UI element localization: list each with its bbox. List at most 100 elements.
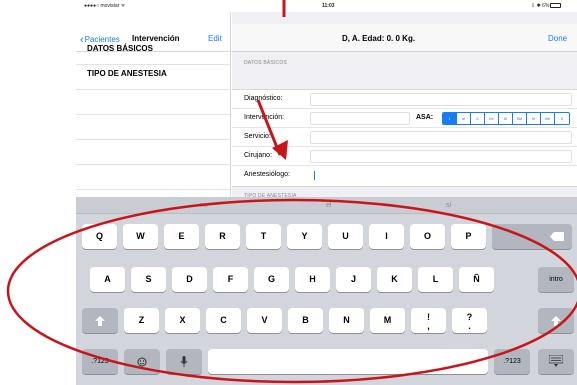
list-item-tipo-anestesia[interactable]: TIPO DE ANESTESIA [76, 65, 231, 90]
asa-option[interactable]: IVe [541, 113, 555, 124]
key-question-period[interactable]: ?. [452, 308, 487, 333]
anestesiologo-field[interactable] [310, 169, 572, 182]
key-u[interactable]: U [328, 224, 363, 249]
asa-option[interactable]: I [443, 113, 457, 124]
form-row-diagnostico: Diagnóstico: [232, 90, 577, 109]
key-n[interactable]: N [329, 308, 364, 333]
key-period: . [468, 321, 471, 331]
form-row-anestesiologo: Anestesiólogo: [232, 166, 577, 185]
microphone-icon [180, 356, 188, 367]
battery-icon [550, 3, 562, 9]
key-f[interactable]: F [213, 267, 248, 292]
key-comma: , [427, 321, 430, 331]
prediction-2[interactable]: el [326, 202, 331, 209]
clock: 11:03 [322, 3, 335, 9]
keyboard-hide-icon [549, 355, 563, 367]
key-q[interactable]: Q [82, 224, 117, 249]
servicio-field[interactable] [310, 131, 572, 144]
status-bar: ●●●●○ movistar ᯤ 11:03 ⇩ ✱ 6% [0, 0, 577, 12]
key-j[interactable]: J [336, 267, 371, 292]
key-question: ? [466, 312, 473, 322]
shift-icon [551, 316, 561, 326]
diagnostico-label: Diagnóstico: [244, 95, 283, 102]
key-z[interactable]: Z [124, 308, 159, 333]
key-exclamation: ! [427, 312, 430, 322]
key-b[interactable]: B [288, 308, 323, 333]
battery-indicator: ⇩ ✱ 6% [531, 3, 562, 9]
intervencion-label: Intervención: [244, 114, 285, 121]
key-ñ[interactable]: Ñ [459, 267, 494, 292]
return-key[interactable]: intro [538, 267, 574, 292]
key-x[interactable]: X [165, 308, 200, 333]
key-d[interactable]: D [172, 267, 207, 292]
asa-option[interactable]: IV [527, 113, 541, 124]
asa-option[interactable]: IIIe [513, 113, 527, 124]
shift-key[interactable] [82, 308, 118, 333]
key-g[interactable]: G [254, 267, 289, 292]
detail-nav-bar: D, A. Edad: 0. 0 Kg. Done [232, 24, 577, 52]
anestesiologo-label: Anestesiólogo: [244, 171, 290, 178]
key-s[interactable]: S [131, 267, 166, 292]
prediction-1[interactable]: no [200, 202, 208, 209]
asa-option[interactable]: II [471, 113, 485, 124]
list-item-empty [76, 90, 231, 115]
list-item-datos-basicos[interactable]: DATOS BÁSICOS [76, 40, 231, 65]
key-w[interactable]: W [123, 224, 158, 249]
cirujano-label: Cirujano: [244, 152, 273, 159]
asa-option[interactable]: IIe [485, 113, 499, 124]
master-pane: ‹Pacientes Intervención Edit DATOS BÁSIC… [76, 12, 231, 197]
key-k[interactable]: K [377, 267, 412, 292]
predictive-bar: no el sí [76, 197, 577, 214]
form-row-servicio: Servicio: [232, 128, 577, 147]
form-row-cirujano: Cirujano: [232, 147, 577, 166]
key-v[interactable]: V [247, 308, 282, 333]
key-c[interactable]: C [206, 308, 241, 333]
key-t[interactable]: T [246, 224, 281, 249]
emoji-icon [137, 357, 147, 367]
dictation-key[interactable] [166, 349, 202, 374]
basic-data-form: Diagnóstico: Intervención: ASA: I Ie II IIe… [232, 89, 577, 187]
numbers-key[interactable]: .?123 [82, 349, 118, 374]
key-l[interactable]: L [418, 267, 453, 292]
key-i[interactable]: I [369, 224, 404, 249]
backspace-icon [550, 232, 564, 241]
shift-icon [95, 316, 105, 326]
list-item-empty [76, 115, 231, 140]
key-m[interactable]: M [370, 308, 405, 333]
diagnostico-field[interactable] [310, 93, 572, 106]
form-row-intervencion: Intervención: ASA: I Ie II IIe III IIIe IV IVe V [232, 109, 577, 128]
hide-keyboard-key[interactable] [538, 349, 574, 374]
space-key[interactable] [208, 349, 488, 374]
emoji-key[interactable] [124, 349, 160, 374]
detail-pane: D, A. Edad: 0. 0 Kg. Done DATOS BÁSICOS … [232, 12, 577, 199]
list-item-empty [76, 140, 231, 165]
battery-label: ⇩ ✱ 6% [531, 3, 550, 9]
key-p[interactable]: P [451, 224, 486, 249]
delete-key[interactable] [492, 224, 572, 249]
key-a[interactable]: A [90, 267, 125, 292]
prediction-3[interactable]: sí [446, 202, 451, 209]
key-h[interactable]: H [295, 267, 330, 292]
list-item-empty [76, 165, 231, 190]
servicio-label: Servicio: [244, 133, 271, 140]
key-exclamation-comma[interactable]: !, [411, 308, 446, 333]
key-y[interactable]: Y [287, 224, 322, 249]
section-header-basic-data: DATOS BÁSICOS [244, 60, 287, 66]
carrier-signal: ●●●●○ movistar ᯤ [84, 3, 126, 9]
done-button[interactable]: Done [548, 34, 567, 43]
onscreen-keyboard: no el sí Q W E R T Y U I O P A S D F G H J K L Ñintro Z X C V B N… [76, 197, 577, 385]
key-o[interactable]: O [410, 224, 445, 249]
numbers-key-right[interactable]: .?123 [494, 349, 530, 374]
shift-key-right[interactable] [538, 308, 574, 333]
asa-option[interactable]: Ie [457, 113, 471, 124]
asa-label: ASA: [416, 114, 434, 121]
asa-option[interactable]: III [499, 113, 513, 124]
cirujano-field[interactable] [310, 150, 572, 163]
text-cursor [314, 171, 315, 180]
asa-segmented-control[interactable]: I Ie II IIe III IIIe IV IVe V [442, 112, 570, 125]
intervencion-field[interactable] [310, 112, 410, 125]
key-e[interactable]: E [164, 224, 199, 249]
key-r[interactable]: R [205, 224, 240, 249]
asa-option[interactable]: V [555, 113, 569, 124]
patient-summary-title: D, A. Edad: 0. 0 Kg. [342, 34, 416, 43]
